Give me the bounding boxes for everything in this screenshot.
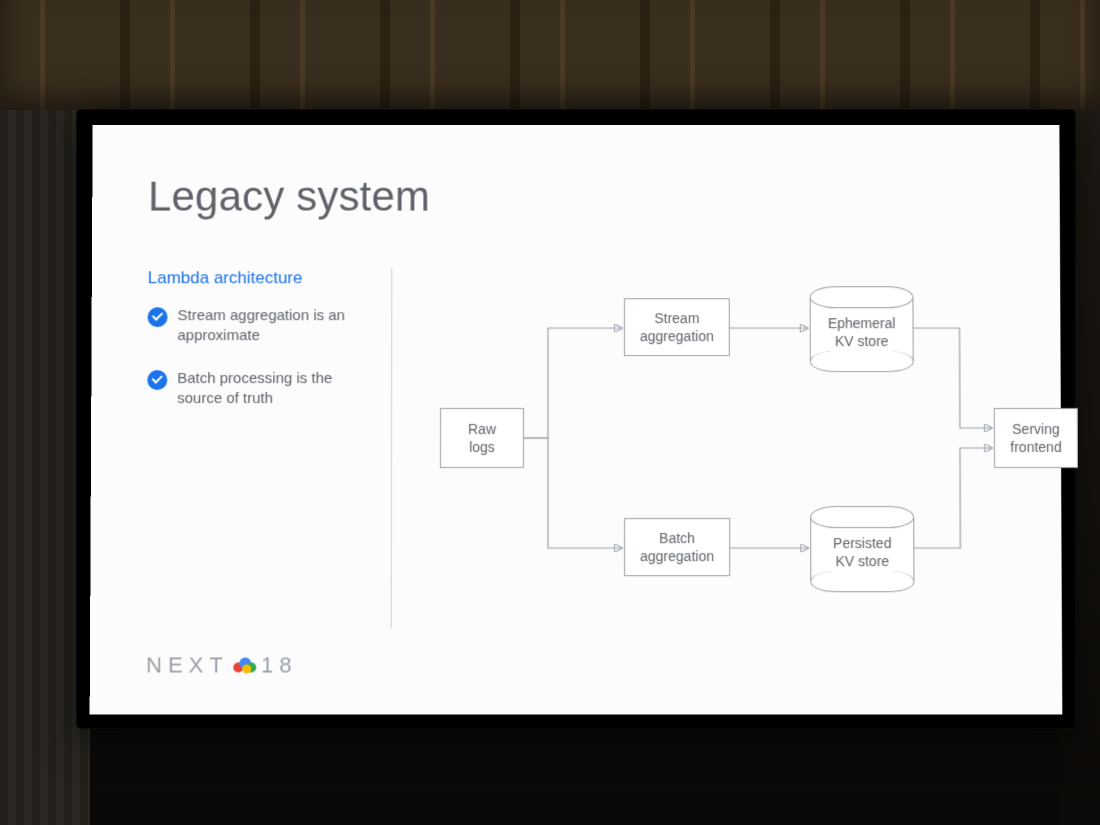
vertical-divider — [391, 268, 393, 628]
bullet-item: Stream aggregation is an approximate — [147, 306, 367, 346]
slide-title: Legacy system — [148, 173, 1004, 221]
room-background: Legacy system Lambda architecture Stream… — [0, 0, 1100, 825]
slide-sidebar: Lambda architecture Stream aggregation i… — [146, 268, 367, 628]
architecture-diagram: Raw logs Stream aggregation Batch aggreg… — [420, 268, 1006, 628]
node-raw-logs: Raw logs — [440, 408, 524, 468]
bullet-text: Stream aggregation is an approximate — [177, 306, 367, 346]
ceiling-decor — [0, 0, 1100, 120]
bullet-item: Batch processing is the source of truth — [147, 369, 367, 409]
cloud-icon — [233, 657, 257, 673]
logo-text: NEXT — [146, 652, 229, 678]
check-icon — [148, 307, 168, 327]
node-serving-frontend: Serving frontend — [994, 408, 1078, 468]
node-ephemeral-kv-store: Ephemeral KV store — [810, 286, 914, 372]
slide-content: Lambda architecture Stream aggregation i… — [146, 268, 1006, 628]
footer-logo: NEXT 18 — [146, 652, 298, 678]
slide-subtitle: Lambda architecture — [148, 268, 368, 288]
node-stream-aggregation: Stream aggregation — [624, 298, 730, 356]
node-persisted-kv-store: Persisted KV store — [810, 506, 914, 592]
logo-suffix: 18 — [261, 652, 298, 678]
presentation-screen: Legacy system Lambda architecture Stream… — [77, 110, 1075, 728]
bullet-text: Batch processing is the source of truth — [177, 369, 367, 409]
node-label: Persisted KV store — [810, 535, 914, 571]
check-icon — [147, 370, 167, 390]
node-label: Ephemeral KV store — [810, 315, 914, 351]
slide: Legacy system Lambda architecture Stream… — [90, 125, 1063, 715]
node-batch-aggregation: Batch aggregation — [624, 518, 730, 576]
